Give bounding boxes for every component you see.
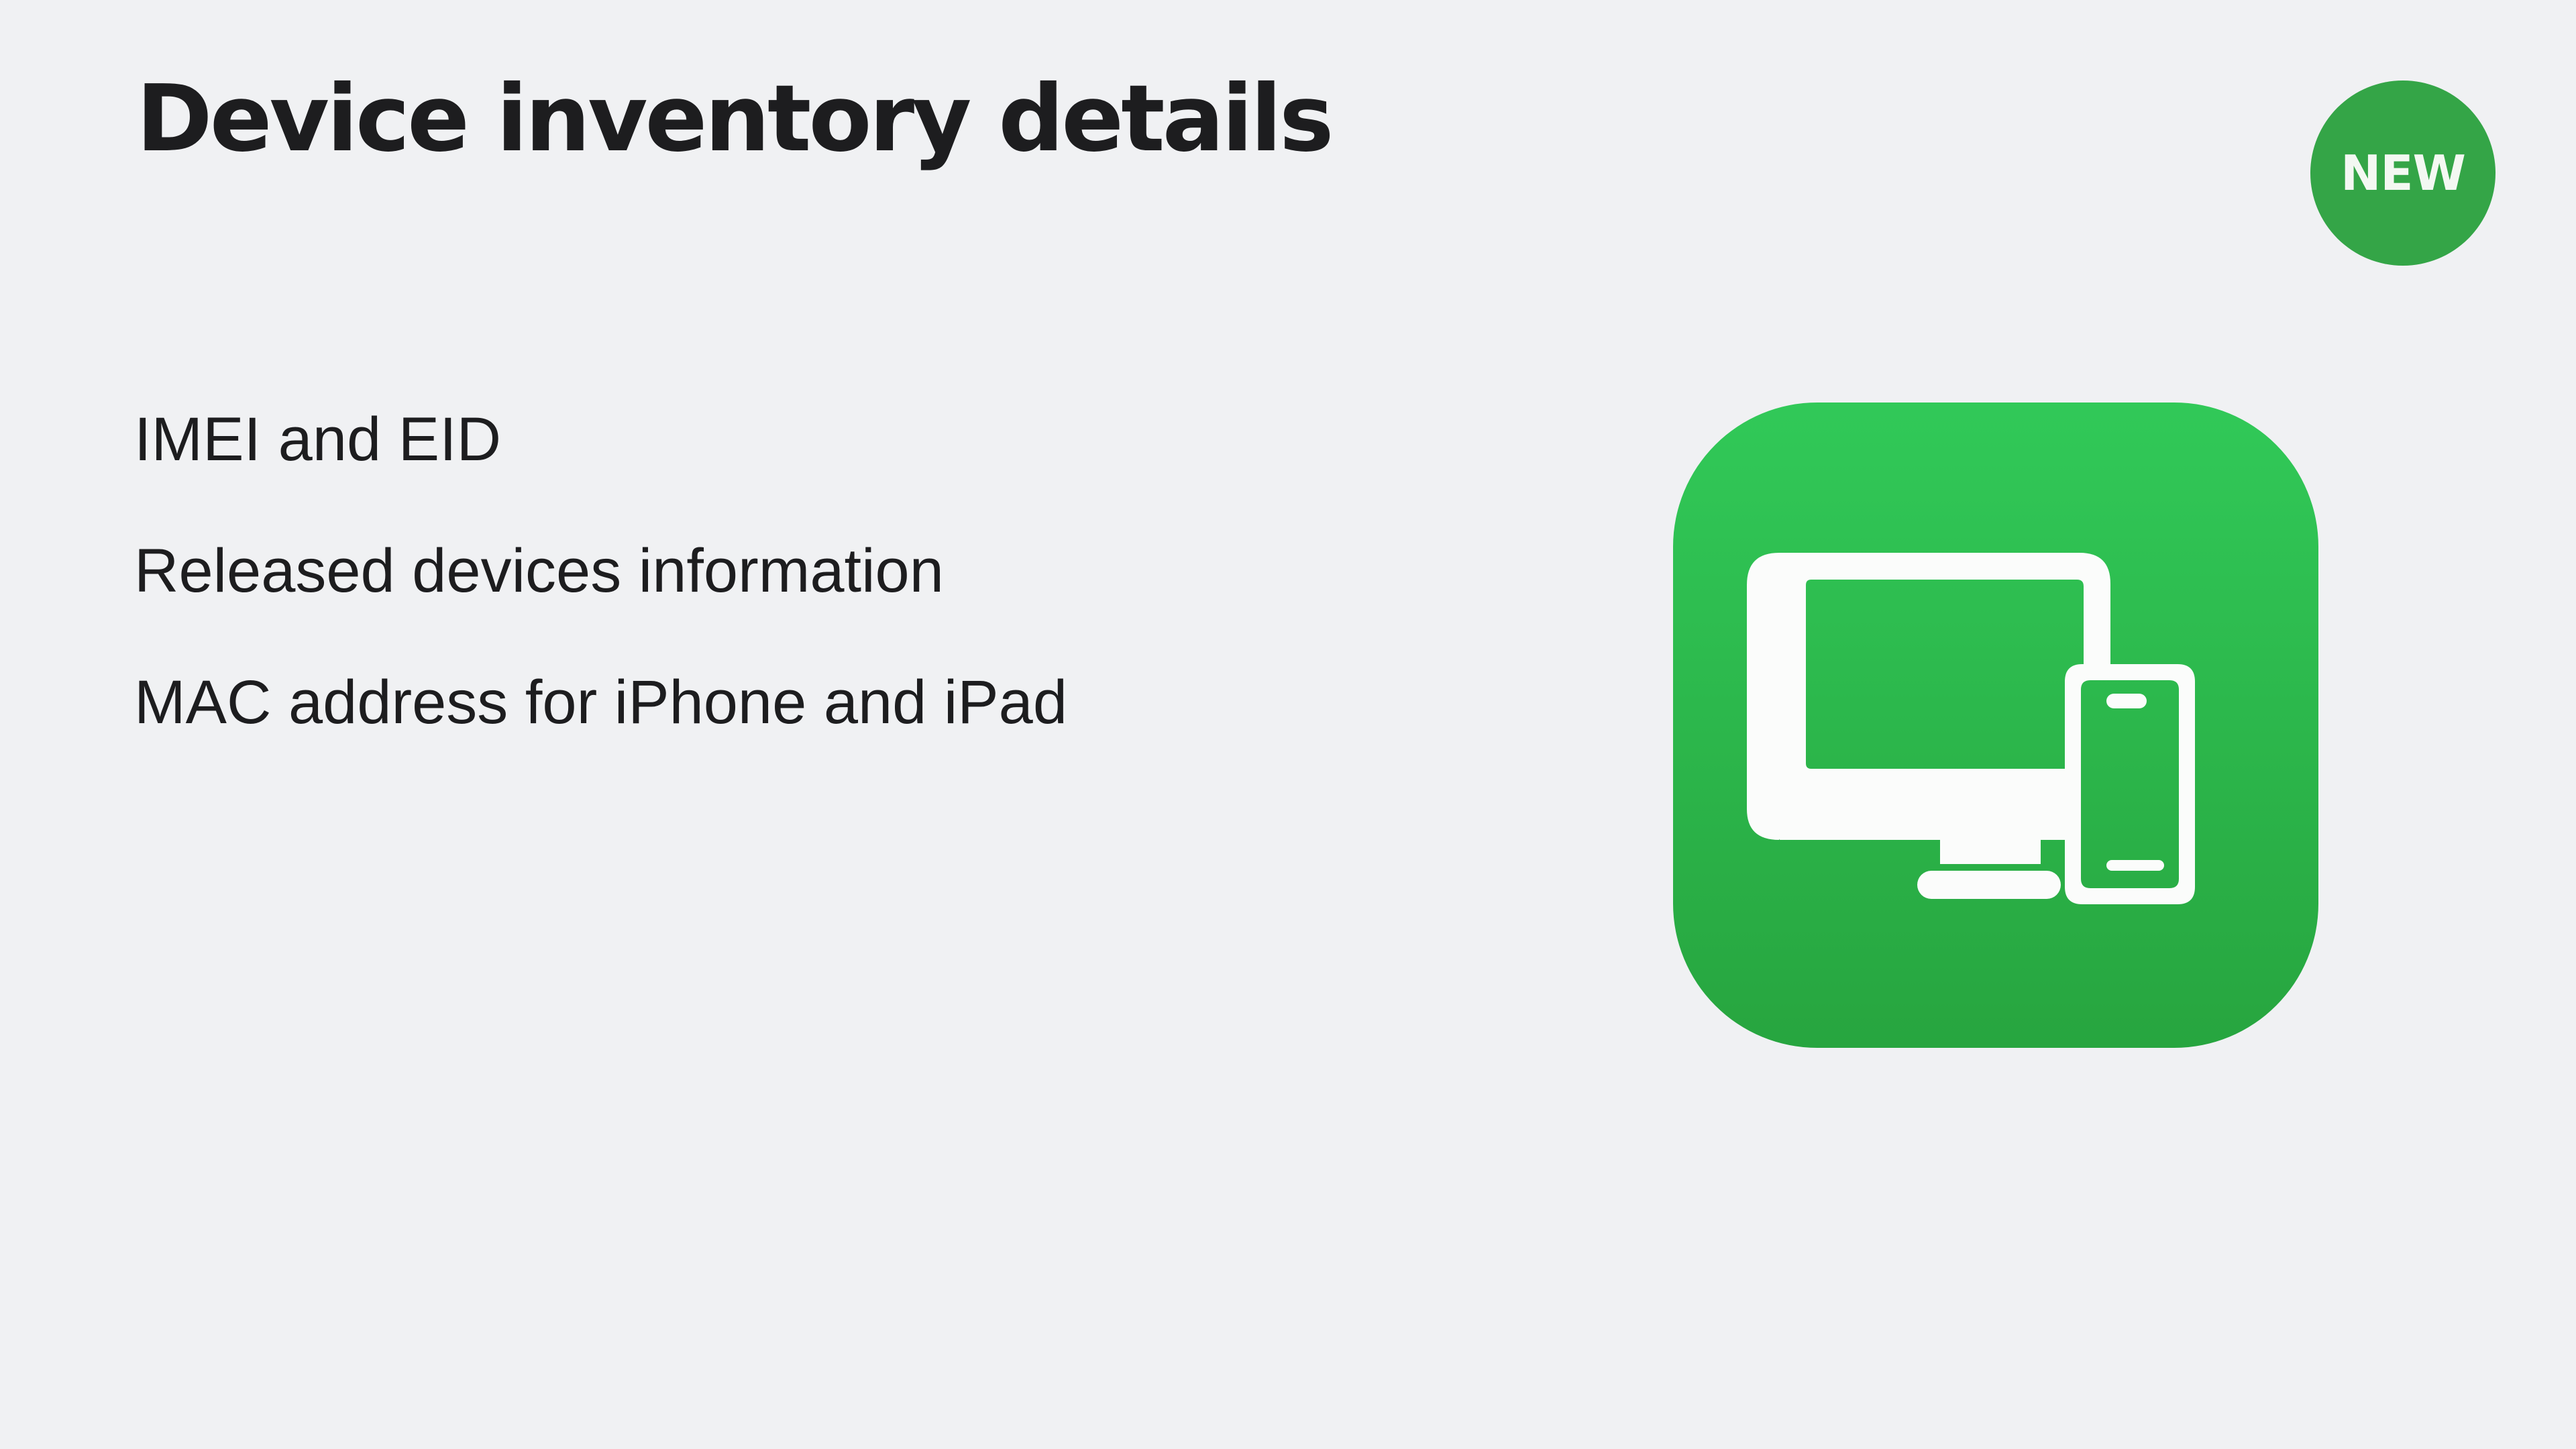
feature-item-mac-address: MAC address for iPhone and iPad bbox=[134, 668, 1068, 737]
feature-item-imei-eid: IMEI and EID bbox=[134, 405, 502, 474]
new-badge-label: NEW bbox=[2341, 145, 2466, 201]
feature-list: IMEI and EID Released devices informatio… bbox=[134, 402, 1067, 797]
devices-app-icon bbox=[1673, 402, 2318, 1048]
slide: Device inventory details NEW IMEI and EI… bbox=[0, 0, 2576, 1449]
slide-title: Device inventory details bbox=[136, 66, 1334, 172]
new-badge: NEW bbox=[2310, 80, 2496, 266]
feature-item-released-devices: Released devices information bbox=[134, 537, 944, 605]
